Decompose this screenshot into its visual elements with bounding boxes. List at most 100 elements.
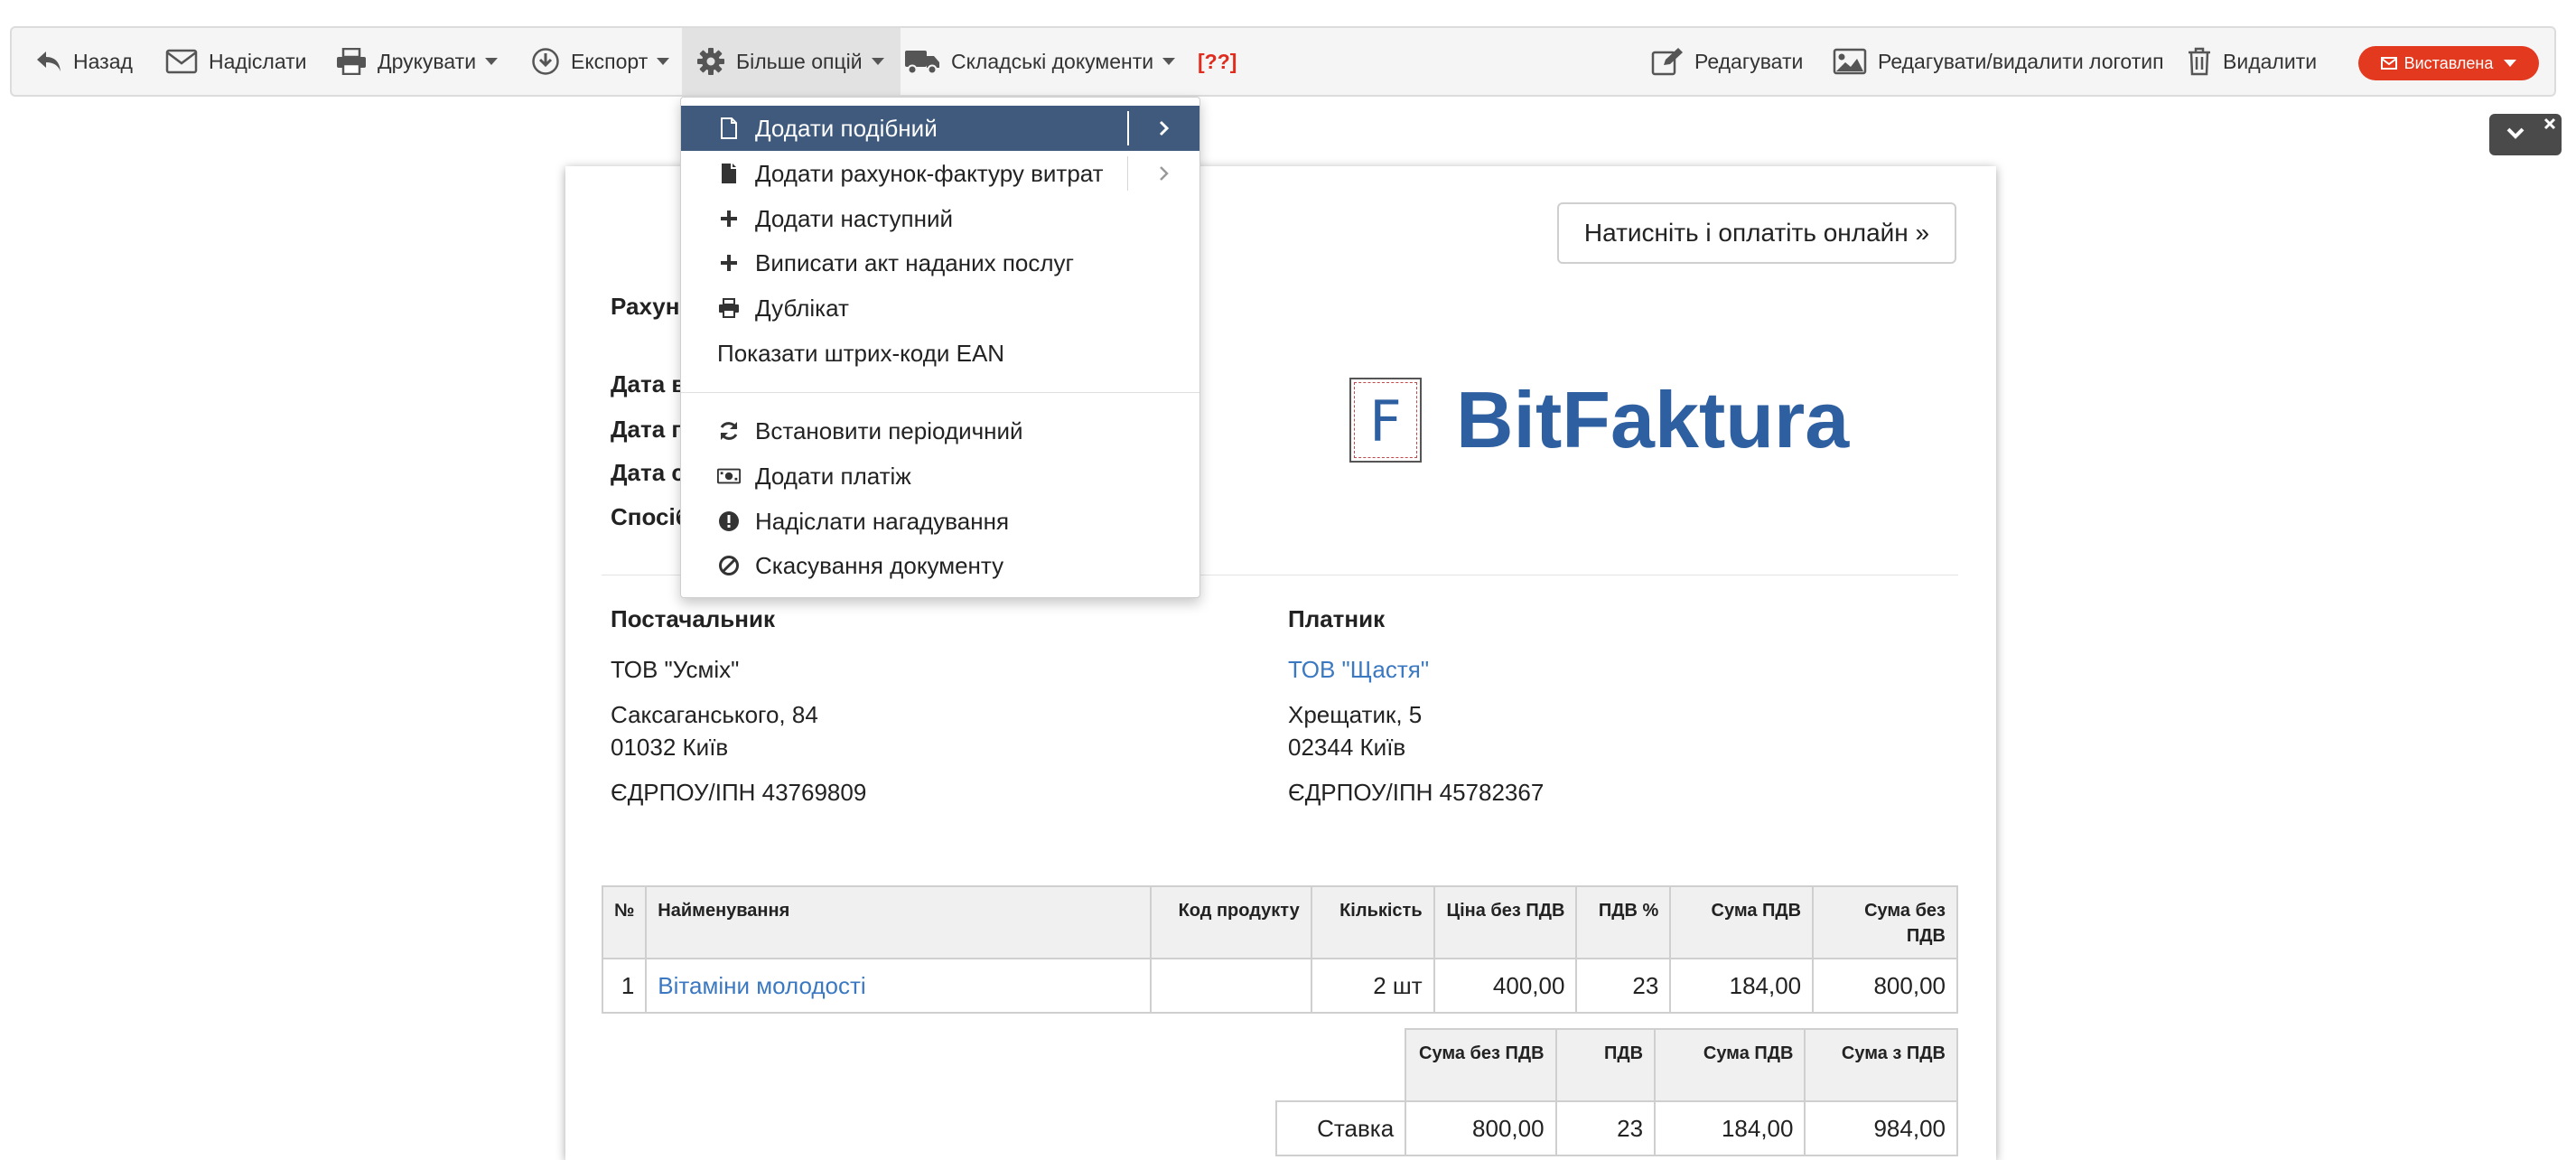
toolbar: Назад Надіслати Друкувати Експорт Більше… — [10, 26, 2556, 97]
status-label: Виставлена — [2403, 53, 2494, 72]
printer-icon — [336, 48, 367, 75]
delete-button[interactable]: Видалити — [2187, 28, 2317, 95]
edit-label: Редагувати — [1694, 49, 1804, 73]
menu-item-label: Додати платіж — [755, 462, 911, 490]
edit-logo-label: Редагувати/видалити логотип — [1878, 49, 2164, 73]
close-icon[interactable] — [2543, 117, 2556, 135]
due-date-label: Дата с — [611, 459, 685, 486]
menu-item-cancel-document[interactable]: Скасування документу — [681, 543, 1199, 588]
supplier-name: ТОВ "Усміх" — [611, 656, 740, 683]
menu-item-label: Дублікат — [755, 294, 849, 322]
product-name-link[interactable]: Вітаміни молодості — [645, 958, 1152, 1014]
exclamation-circle-icon — [717, 510, 741, 532]
logo-text: BitFaktura — [1456, 375, 1850, 464]
cell-product-code — [1149, 958, 1312, 1014]
back-label: Назад — [73, 49, 133, 73]
chevron-down-icon[interactable] — [2506, 126, 2525, 145]
collapse-panel — [2489, 114, 2562, 155]
issue-date-label: Дата в — [611, 370, 686, 398]
col-header: Сума без ПДВ — [1812, 885, 1958, 959]
menu-item-label: Додати подібний — [755, 114, 938, 142]
cell-net-total: 800,00 — [1812, 958, 1958, 1014]
menu-item-label: Показати штрих-коди EAN — [717, 339, 1005, 367]
menu-item-label: Встановити періодичний — [755, 416, 1023, 444]
submenu-arrow[interactable] — [1127, 156, 1199, 191]
supplier-street: Саксаганського, 84 — [611, 701, 818, 728]
menu-item-issue-act[interactable]: Виписати акт наданих послуг — [681, 240, 1199, 285]
menu-item-send-reminder[interactable]: Надіслати нагадування — [681, 499, 1199, 544]
menu-item-label: Надіслати нагадування — [755, 507, 1010, 535]
menu-item-label: Додати наступний — [755, 204, 954, 232]
menu-item-add-next[interactable]: Додати наступний — [681, 196, 1199, 241]
file-solid-icon — [717, 163, 741, 184]
error-marker: [??] — [1198, 49, 1237, 73]
ban-icon — [717, 555, 741, 576]
sale-date-label: Дата п — [611, 416, 686, 443]
download-circle-icon — [531, 47, 560, 76]
refresh-icon — [717, 420, 741, 442]
summary-table: Сума без ПДВ ПДВ Сума ПДВ Сума з ПДВ Ста… — [1274, 1028, 1958, 1156]
payer-street: Хрещатик, 5 — [1288, 701, 1423, 728]
warehouse-docs-label: Складські документи — [951, 49, 1154, 73]
trash-icon — [2187, 47, 2212, 76]
envelope-icon — [165, 49, 198, 74]
col-header: Код продукту — [1149, 885, 1312, 959]
col-header: Найменування — [645, 885, 1152, 959]
col-header: Сума ПДВ — [1669, 885, 1815, 959]
cell-net-total: 800,00 — [1405, 1100, 1557, 1156]
submenu-arrow[interactable] — [1127, 111, 1199, 145]
chevron-down-icon — [2504, 60, 2517, 67]
menu-item-add-similar[interactable]: Додати подібний — [681, 106, 1199, 151]
truck-icon — [904, 48, 940, 75]
menu-item-show-ean[interactable]: Показати штрих-коди EAN — [681, 331, 1199, 376]
print-button[interactable]: Друкувати — [336, 28, 499, 95]
back-button[interactable]: Назад — [35, 28, 133, 95]
warehouse-docs-button[interactable]: Складські документи — [904, 28, 1176, 95]
col-header: ПДВ % — [1575, 885, 1672, 959]
table-header-row: № Найменування Код продукту Кількість Ці… — [601, 885, 1958, 959]
chevron-down-icon — [871, 58, 884, 65]
more-options-button[interactable]: Більше опцій — [682, 28, 901, 95]
cell-number: 1 — [601, 958, 648, 1014]
pay-online-button[interactable]: Натисніть і оплатіть онлайн » — [1557, 202, 1956, 264]
chevron-down-icon — [485, 58, 499, 65]
send-button[interactable]: Надіслати — [165, 28, 307, 95]
company-logo: F BitFaktura — [1349, 374, 1849, 466]
col-header: Сума з ПДВ — [1804, 1028, 1958, 1102]
image-icon — [1833, 48, 1867, 75]
printer-icon — [717, 298, 741, 318]
more-options-menu: Додати подібний Додати рахунок-фактуру в… — [680, 97, 1200, 598]
table-header-row: Сума без ПДВ ПДВ Сума ПДВ Сума з ПДВ — [1274, 1028, 1958, 1102]
cell-gross-total: 984,00 — [1804, 1100, 1958, 1156]
export-label: Експорт — [571, 49, 649, 73]
chevron-right-icon — [1159, 166, 1169, 181]
status-dropdown-button[interactable]: Виставлена — [2358, 46, 2539, 80]
payer-heading: Платник — [1288, 605, 1386, 632]
col-header: Сума без ПДВ — [1405, 1028, 1557, 1102]
chevron-right-icon — [1159, 120, 1170, 136]
col-header: ПДВ — [1554, 1028, 1657, 1102]
cell-vat-rate: 23 — [1554, 1100, 1657, 1156]
col-header: Сума ПДВ — [1654, 1028, 1806, 1102]
reply-arrow-icon — [35, 50, 62, 73]
menu-item-add-payment[interactable]: Додати платіж — [681, 454, 1199, 499]
payer-name-link[interactable]: ТОВ "Щастя" — [1288, 656, 1429, 684]
menu-item-duplicate[interactable]: Дублікат — [681, 285, 1199, 331]
menu-item-label: Додати рахунок-фактуру витрат — [755, 159, 1104, 187]
menu-item-add-expense-invoice[interactable]: Додати рахунок-фактуру витрат — [681, 151, 1199, 196]
menu-item-set-recurring[interactable]: Встановити періодичний — [681, 408, 1199, 454]
more-options-label: Більше опцій — [736, 49, 863, 73]
cell-vat-rate: 23 — [1575, 958, 1672, 1014]
envelope-icon — [2380, 57, 2397, 70]
col-header: Кількість — [1310, 885, 1435, 959]
plus-icon — [717, 254, 741, 272]
edit-logo-button[interactable]: Редагувати/видалити логотип — [1833, 28, 2164, 95]
edit-button[interactable]: Редагувати — [1651, 28, 1803, 95]
invoice-title: Рахун — [611, 293, 680, 320]
table-row: 1 Вітаміни молодості 2 шт 400,00 23 184,… — [601, 958, 1958, 1014]
cell-vat-amount: 184,00 — [1669, 958, 1815, 1014]
row-label: Ставка — [1274, 1100, 1407, 1156]
export-button[interactable]: Експорт — [531, 28, 670, 95]
menu-item-label: Виписати акт наданих послуг — [755, 248, 1075, 276]
col-header: № — [601, 885, 648, 959]
